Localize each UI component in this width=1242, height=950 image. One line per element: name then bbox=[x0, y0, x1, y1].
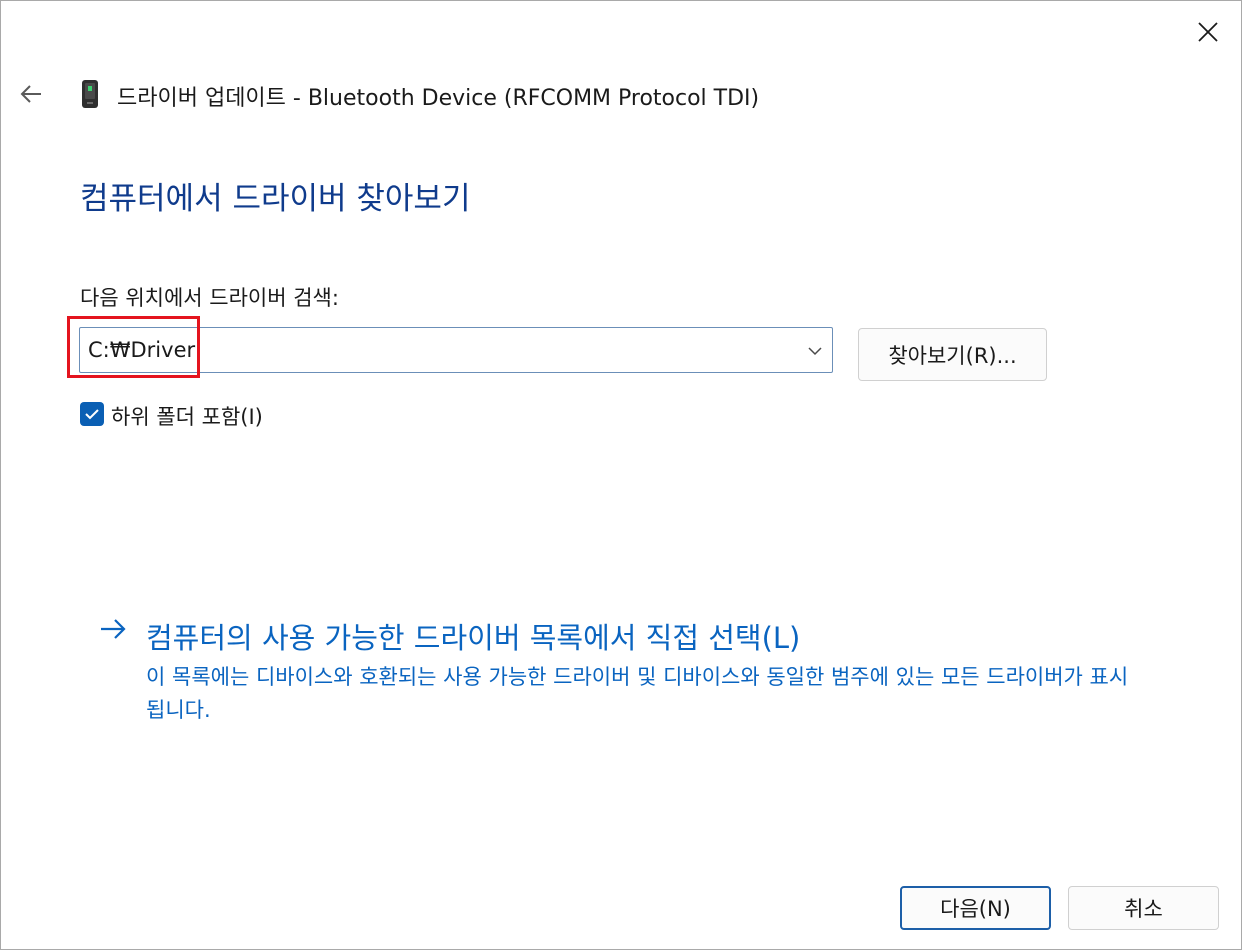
next-button[interactable]: 다음(N) bbox=[900, 886, 1051, 930]
close-button[interactable] bbox=[1175, 1, 1241, 63]
pick-from-list-link[interactable]: 컴퓨터의 사용 가능한 드라이버 목록에서 직접 선택(L) bbox=[146, 615, 800, 657]
include-subfolders-label[interactable]: 하위 폴더 포함(I) bbox=[111, 401, 263, 431]
page-heading: 컴퓨터에서 드라이버 찾아보기 bbox=[80, 181, 471, 217]
bluetooth-device-icon bbox=[82, 80, 98, 108]
back-arrow-icon bbox=[20, 85, 41, 103]
checkmark-icon bbox=[85, 409, 99, 420]
pick-from-list-description: 이 목록에는 디바이스와 호환되는 사용 가능한 드라이버 및 디바이스와 동일… bbox=[146, 665, 1129, 722]
chevron-down-icon bbox=[808, 347, 822, 356]
close-icon bbox=[1198, 22, 1218, 42]
back-button[interactable] bbox=[11, 77, 51, 111]
browse-button[interactable]: 찾아보기(R)... bbox=[858, 328, 1047, 381]
driver-update-dialog: 드라이버 업데이트 - Bluetooth Device (RFCOMM Pro… bbox=[0, 0, 1242, 950]
window-title: 드라이버 업데이트 - Bluetooth Device (RFCOMM Pro… bbox=[117, 86, 760, 111]
cancel-button[interactable]: 취소 bbox=[1068, 886, 1219, 930]
combo-dropdown-button[interactable] bbox=[804, 340, 826, 362]
include-subfolders-checkbox[interactable] bbox=[80, 402, 104, 426]
highlight-annotation bbox=[67, 316, 200, 378]
arrow-right-icon[interactable] bbox=[98, 614, 128, 644]
search-location-label: 다음 위치에서 드라이버 검색: bbox=[80, 286, 339, 310]
